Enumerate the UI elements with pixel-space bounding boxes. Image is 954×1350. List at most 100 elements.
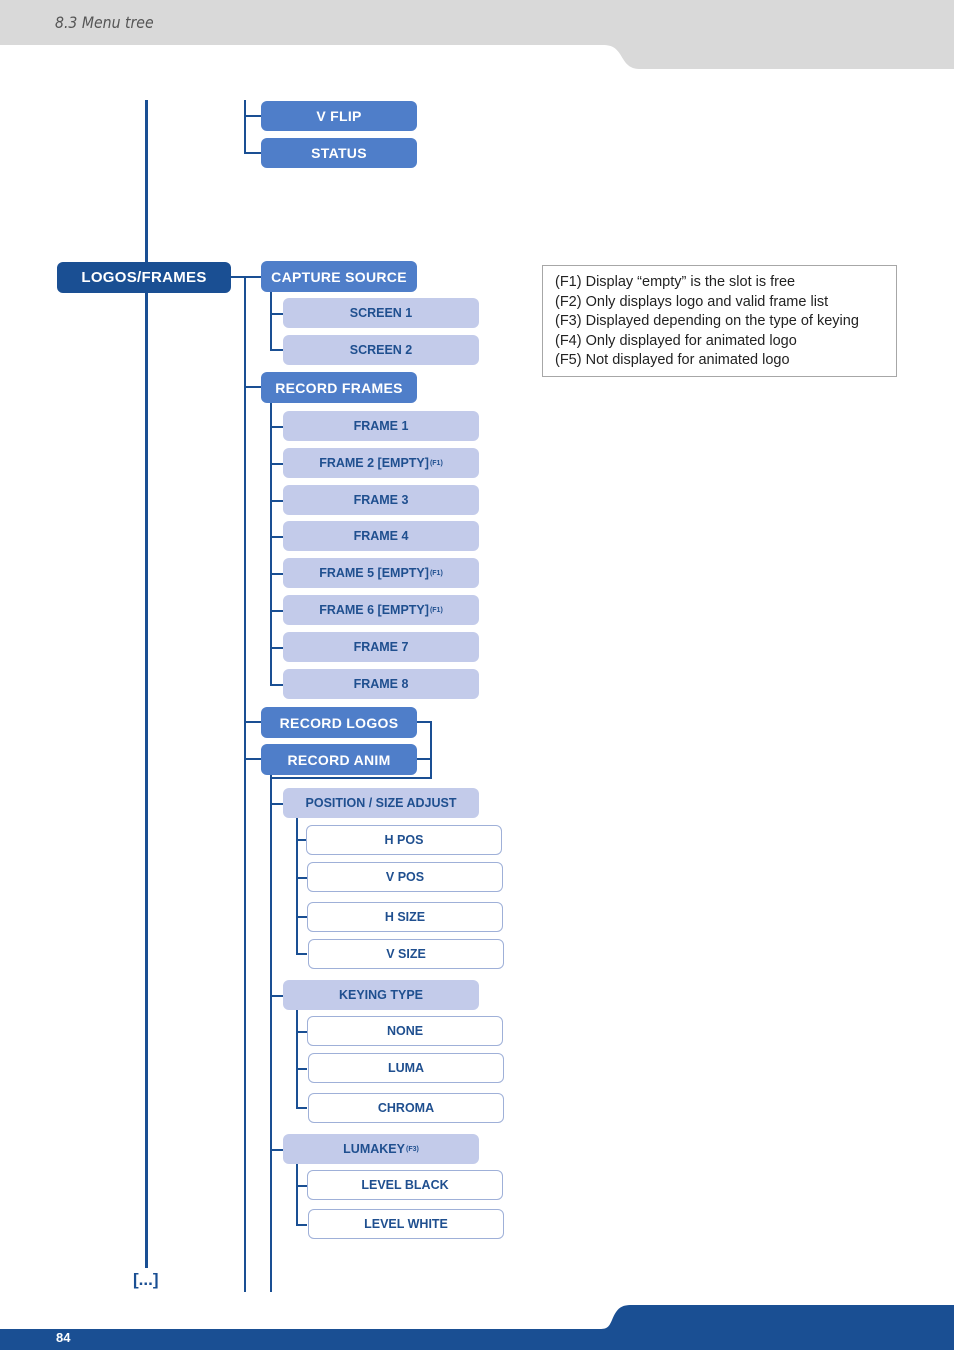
connector: [296, 953, 307, 955]
connector: [270, 1149, 283, 1151]
connector: [270, 610, 283, 612]
menu-item-frame-1[interactable]: FRAME 1: [283, 411, 479, 441]
menu-item-chroma[interactable]: CHROMA: [308, 1093, 504, 1123]
upper-branch-line: [244, 100, 246, 153]
menu-item-label: POSITION / SIZE ADJUST: [305, 796, 457, 810]
connector: [270, 803, 283, 805]
menu-item-label: FRAME 6 [EMPTY]: [319, 603, 429, 617]
menu-item-label: FRAME 5 [EMPTY]: [319, 566, 429, 580]
section-title: 8.3 Menu tree: [55, 13, 154, 32]
menu-item-record-frames[interactable]: RECORD FRAMES: [261, 372, 417, 403]
connector: [244, 721, 261, 723]
connector: [270, 349, 283, 351]
footnote-ref: (F1): [429, 459, 443, 467]
menu-item-screen-1[interactable]: SCREEN 1: [283, 298, 479, 328]
menu-item-label: H POS: [384, 833, 424, 847]
menu-item-keying-type[interactable]: KEYING TYPE: [283, 980, 479, 1010]
menu-item-label: FRAME 4: [353, 529, 409, 543]
menu-item-frame-4[interactable]: FRAME 4: [283, 521, 479, 551]
menu-item-label: FRAME 3: [353, 493, 409, 507]
connector: [270, 995, 283, 997]
menu-item-v-pos[interactable]: V POS: [307, 862, 503, 892]
menu-item-frame-7[interactable]: FRAME 7: [283, 632, 479, 662]
header-band: [0, 0, 954, 69]
menu-item-luma[interactable]: LUMA: [308, 1053, 504, 1083]
menu-item-label: CAPTURE SOURCE: [271, 268, 407, 285]
root-to-children-line: [231, 276, 261, 278]
footer-band: [0, 1305, 954, 1350]
menu-item-h-size[interactable]: H SIZE: [307, 902, 503, 932]
page-number: 84: [56, 1330, 71, 1345]
menu-item-label: KEYING TYPE: [338, 988, 424, 1002]
menu-item-status[interactable]: STATUS: [261, 138, 417, 168]
connector: [270, 573, 283, 575]
menu-item-label: RECORD FRAMES: [275, 379, 403, 396]
connector: [296, 1031, 307, 1033]
menu-item-frame-8[interactable]: FRAME 8: [283, 669, 479, 699]
capture-source-branch-line: [270, 291, 272, 351]
footnote-f2: (F2) Only displays logo and valid frame …: [555, 293, 829, 310]
menu-item-v-flip[interactable]: V FLIP: [261, 101, 417, 131]
menu-item-label: SCREEN 1: [349, 306, 413, 320]
menu-item-label: SCREEN 2: [349, 343, 413, 357]
menu-item-v-size[interactable]: V SIZE: [308, 939, 504, 969]
logos-anim-merge-line: [270, 777, 432, 779]
menu-item-level-white[interactable]: LEVEL WHITE: [308, 1209, 504, 1239]
menu-item-record-logos[interactable]: RECORD LOGOS: [261, 707, 417, 738]
connector: [270, 684, 283, 686]
menu-item-position-size-adjust[interactable]: POSITION / SIZE ADJUST: [283, 788, 479, 818]
menu-item-frame-3[interactable]: FRAME 3: [283, 485, 479, 515]
connector: [244, 386, 261, 388]
menu-item-label: FRAME 7: [353, 640, 409, 654]
menu-root-logos-frames[interactable]: LOGOS/FRAMES: [57, 262, 231, 293]
logos-anim-bracket-line: [430, 721, 432, 779]
menu-item-label: LUMAKEY: [343, 1142, 405, 1156]
menu-item-frame-2[interactable]: FRAME 2 [EMPTY] (F1): [283, 448, 479, 478]
menu-item-screen-2[interactable]: SCREEN 2: [283, 335, 479, 365]
menu-item-label: LUMA: [387, 1061, 425, 1075]
connector: [244, 152, 261, 154]
menu-item-label: LOGOS/FRAMES: [81, 269, 207, 286]
menu-item-none[interactable]: NONE: [307, 1016, 503, 1046]
connector: [270, 426, 283, 428]
menu-item-capture-source[interactable]: CAPTURE SOURCE: [261, 261, 417, 292]
footnote-f5: (F5) Not displayed for animated logo: [555, 352, 790, 368]
menu-item-frame-5[interactable]: FRAME 5 [EMPTY] (F1): [283, 558, 479, 588]
menu-item-label: FRAME 1: [353, 419, 409, 433]
connector: [270, 313, 283, 315]
connector: [270, 536, 283, 538]
menu-item-h-pos[interactable]: H POS: [306, 825, 502, 855]
connector: [296, 1224, 307, 1226]
shared-settings-branch-line: [270, 770, 272, 1292]
keying-type-branch-line: [296, 1010, 298, 1109]
connector: [270, 500, 283, 502]
footnote-ref: (F1): [429, 606, 443, 614]
connector: [296, 1068, 307, 1070]
menu-item-label: V FLIP: [316, 108, 362, 124]
connector: [417, 758, 431, 760]
menu-item-label: H SIZE: [384, 910, 426, 924]
connector: [270, 647, 283, 649]
connector: [417, 721, 431, 723]
connector: [296, 1185, 307, 1187]
menu-item-level-black[interactable]: LEVEL BLACK: [307, 1170, 503, 1200]
lumakey-branch-line: [296, 1164, 298, 1226]
level1-trunk-line: [244, 276, 246, 1292]
menu-item-record-anim[interactable]: RECORD ANIM: [261, 744, 417, 775]
menu-item-label: RECORD ANIM: [287, 751, 391, 768]
menu-item-label: STATUS: [311, 145, 367, 161]
connector: [270, 463, 283, 465]
menu-item-lumakey[interactable]: LUMAKEY (F3): [283, 1134, 479, 1164]
footnote-f4: (F4) Only displayed for animated logo: [555, 332, 797, 349]
footnote-ref: (F1): [429, 569, 443, 577]
connector: [296, 877, 307, 879]
footnotes-box: (F1) Display “empty” is the slot is free…: [542, 265, 897, 377]
menu-item-label: LEVEL BLACK: [361, 1178, 449, 1192]
footnote-ref: (F3): [405, 1145, 419, 1153]
menu-item-label: LEVEL WHITE: [364, 1217, 448, 1231]
connector: [296, 916, 307, 918]
footnote-f1: (F1) Display “empty” is the slot is free: [555, 274, 796, 290]
continuation-marker: [...]: [133, 1270, 159, 1289]
menu-item-frame-6[interactable]: FRAME 6 [EMPTY] (F1): [283, 595, 479, 625]
menu-item-label: FRAME 8: [353, 677, 409, 691]
